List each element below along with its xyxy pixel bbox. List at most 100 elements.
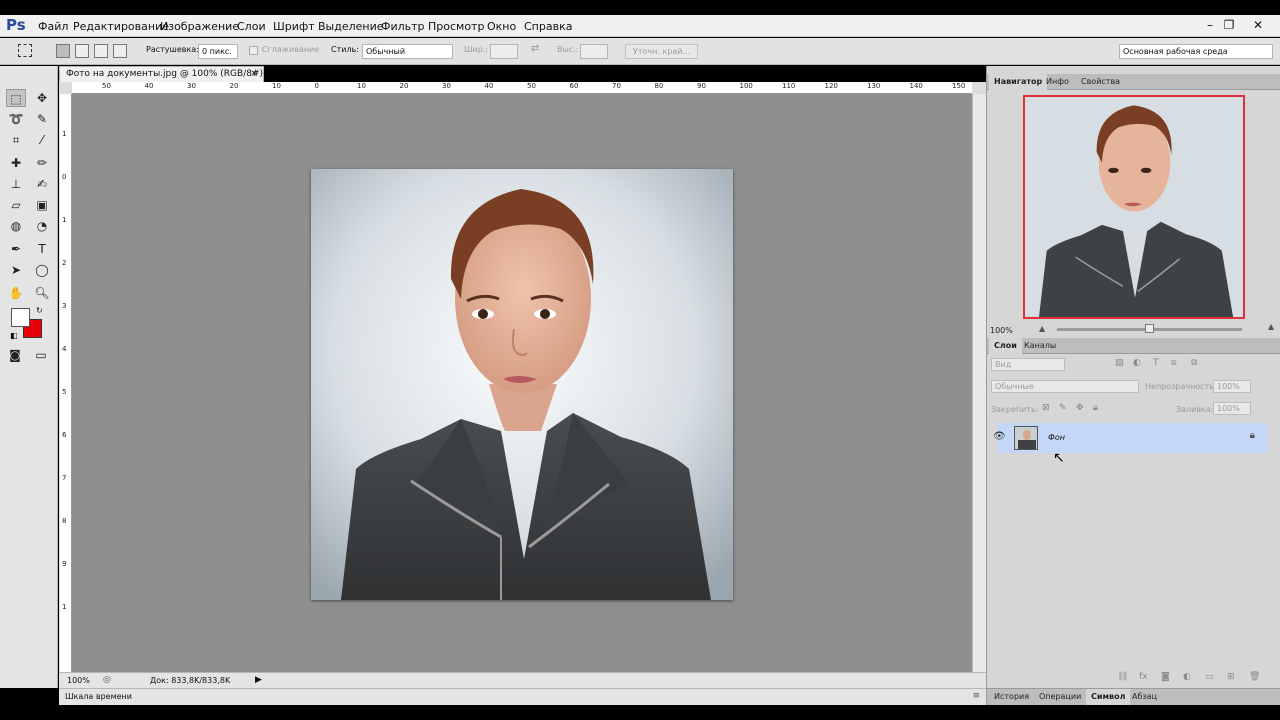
dodge-tool-icon[interactable]: ◔ bbox=[32, 217, 52, 235]
document-photo[interactable] bbox=[311, 169, 733, 600]
fill-input[interactable]: 100% bbox=[1213, 402, 1251, 415]
path-select-tool-icon[interactable]: ➤ bbox=[6, 261, 26, 279]
menu-edit[interactable]: Редактирование bbox=[73, 20, 169, 33]
tab-channels[interactable]: Каналы bbox=[1019, 338, 1061, 354]
feather-input[interactable]: 0 пикс. bbox=[198, 44, 238, 59]
blend-mode-select[interactable]: Обычные bbox=[991, 380, 1139, 393]
filter-shape-icon[interactable]: ⧈ bbox=[1171, 358, 1177, 368]
type-tool-icon[interactable]: T bbox=[32, 240, 52, 258]
refine-edge-button[interactable]: Уточн. край... bbox=[625, 44, 698, 59]
zoom-in-icon[interactable]: ▲ bbox=[1268, 322, 1274, 331]
adjustment-layer-icon[interactable]: ◐ bbox=[1183, 672, 1191, 682]
zoom-slider-handle[interactable] bbox=[1145, 324, 1154, 333]
minimize-button[interactable]: – bbox=[1200, 17, 1220, 33]
lock-transparent-icon[interactable]: ⊠ bbox=[1042, 403, 1050, 413]
style-select[interactable]: Обычный bbox=[362, 44, 453, 59]
eyedropper-tool-icon[interactable]: ⁄ bbox=[32, 131, 52, 149]
restore-button[interactable]: ❐ bbox=[1219, 17, 1239, 33]
width-input[interactable] bbox=[490, 44, 518, 59]
tab-info[interactable]: Инфо bbox=[1041, 74, 1074, 90]
menu-help[interactable]: Справка bbox=[524, 20, 572, 33]
zoom-out-icon[interactable]: ▲ bbox=[1039, 324, 1045, 333]
history-brush-tool-icon[interactable]: ✍ bbox=[32, 175, 52, 193]
zoom-tool-icon[interactable]: 🔍︎ bbox=[32, 284, 52, 302]
workspace-select[interactable]: Основная рабочая среда bbox=[1119, 44, 1273, 59]
marquee-preset-icon[interactable] bbox=[18, 44, 32, 57]
zoom-level[interactable]: 100% bbox=[67, 676, 90, 685]
gradient-tool-icon[interactable]: ▣ bbox=[32, 196, 52, 214]
swap-colors-icon[interactable]: ↻ bbox=[36, 306, 43, 315]
eraser-tool-icon[interactable]: ▱ bbox=[6, 196, 26, 214]
layer-mask-icon[interactable]: ◙ bbox=[1161, 672, 1170, 682]
timeline-tab[interactable]: Шкала времени bbox=[65, 692, 132, 701]
tab-layers[interactable]: Слои bbox=[989, 338, 1022, 354]
panel-menu-icon[interactable]: ≡ bbox=[972, 691, 980, 701]
menu-type[interactable]: Шрифт bbox=[273, 20, 315, 33]
layer-visibility-icon[interactable]: 👁︎ bbox=[993, 431, 1006, 442]
filter-pixel-icon[interactable]: ▨ bbox=[1115, 358, 1124, 368]
delete-layer-icon[interactable]: 🗑︎ bbox=[1249, 672, 1260, 682]
menu-filter[interactable]: Фильтр bbox=[381, 20, 425, 33]
new-selection-icon[interactable] bbox=[56, 44, 70, 58]
default-colors-icon[interactable]: ◧ bbox=[10, 331, 18, 340]
close-window-button[interactable]: ✕ bbox=[1248, 17, 1268, 33]
filter-adjust-icon[interactable]: ◐ bbox=[1133, 358, 1141, 368]
healing-brush-tool-icon[interactable]: ✚ bbox=[6, 154, 26, 172]
opacity-input[interactable]: 100% bbox=[1213, 380, 1251, 393]
tab-navigator[interactable]: Навигатор bbox=[989, 74, 1048, 90]
ruler-tick-label: 1 bbox=[62, 130, 67, 138]
tab-character[interactable]: Символ bbox=[1086, 689, 1131, 705]
brush-tool-icon[interactable]: ✏ bbox=[32, 154, 52, 172]
ellipse-tool-icon[interactable]: ◯ bbox=[32, 261, 52, 279]
menu-window[interactable]: Окно bbox=[487, 20, 516, 33]
quick-mask-icon[interactable]: ◙ bbox=[5, 346, 25, 364]
navigator-view-frame[interactable] bbox=[1023, 95, 1245, 319]
tab-actions[interactable]: Операции bbox=[1034, 689, 1086, 705]
tab-history[interactable]: История bbox=[989, 689, 1034, 705]
menu-file[interactable]: Файл bbox=[38, 20, 68, 33]
layer-style-icon[interactable]: fx bbox=[1139, 672, 1148, 682]
ruler-tick-label: 70 bbox=[612, 82, 621, 90]
height-input[interactable] bbox=[580, 44, 608, 59]
vertical-scrollbar[interactable] bbox=[972, 94, 986, 672]
screen-mode-icon[interactable]: ▭ bbox=[31, 346, 51, 364]
tab-properties[interactable]: Свойства bbox=[1076, 74, 1125, 90]
swap-icon[interactable]: ⇄ bbox=[531, 43, 539, 54]
layer-lock-icon: 🔒︎ bbox=[1249, 430, 1255, 441]
menu-layers[interactable]: Слои bbox=[237, 20, 266, 33]
lock-position-icon[interactable]: ✥ bbox=[1076, 403, 1084, 413]
lock-all-icon[interactable]: 🔒︎ bbox=[1093, 403, 1098, 413]
layer-name[interactable]: Фон bbox=[1048, 433, 1065, 442]
menu-select[interactable]: Выделение bbox=[318, 20, 384, 33]
foreground-color-swatch[interactable] bbox=[11, 308, 30, 327]
lock-pixels-icon[interactable]: ✎ bbox=[1059, 403, 1067, 413]
status-icon[interactable]: ◎ bbox=[103, 675, 111, 685]
new-layer-icon[interactable]: ⊞ bbox=[1227, 672, 1235, 682]
menu-view[interactable]: Просмотр bbox=[428, 20, 484, 33]
clone-stamp-tool-icon[interactable]: ⊥ bbox=[6, 175, 26, 193]
document-tab[interactable]: Фото на документы.jpg @ 100% (RGB/8#) × bbox=[59, 66, 264, 82]
add-selection-icon[interactable] bbox=[75, 44, 89, 58]
tab-paragraph[interactable]: Абзац bbox=[1127, 689, 1162, 705]
hand-tool-icon[interactable]: ✋ bbox=[6, 284, 26, 302]
new-group-icon[interactable]: ▭ bbox=[1205, 672, 1214, 682]
navigator-zoom[interactable]: 100% bbox=[990, 326, 1013, 335]
quick-select-tool-icon[interactable]: ✎ bbox=[32, 110, 52, 128]
layer-row[interactable]: Фон 🔒︎ bbox=[997, 423, 1268, 453]
menu-image[interactable]: Изображение bbox=[160, 20, 239, 33]
filter-smart-icon[interactable]: ⧉ bbox=[1191, 358, 1197, 368]
blur-tool-icon[interactable]: ◍ bbox=[6, 217, 26, 235]
intersect-selection-icon[interactable] bbox=[113, 44, 127, 58]
status-menu-arrow-icon[interactable]: ▶ bbox=[255, 675, 262, 685]
rect-marquee-tool-icon[interactable]: ⬚ bbox=[6, 89, 26, 107]
move-tool-icon[interactable]: ✥ bbox=[32, 89, 52, 107]
layer-filter-select[interactable]: Вид bbox=[991, 358, 1065, 371]
filter-type-icon[interactable]: T bbox=[1153, 358, 1159, 368]
pen-tool-icon[interactable]: ✒ bbox=[6, 240, 26, 258]
close-document-button[interactable]: × bbox=[250, 67, 258, 82]
subtract-selection-icon[interactable] bbox=[94, 44, 108, 58]
link-layers-icon[interactable]: ⛓ bbox=[1117, 672, 1128, 682]
antialias-checkbox[interactable] bbox=[249, 46, 258, 55]
lasso-tool-icon[interactable]: ➰ bbox=[6, 110, 26, 128]
crop-tool-icon[interactable]: ⌗ bbox=[6, 131, 26, 149]
